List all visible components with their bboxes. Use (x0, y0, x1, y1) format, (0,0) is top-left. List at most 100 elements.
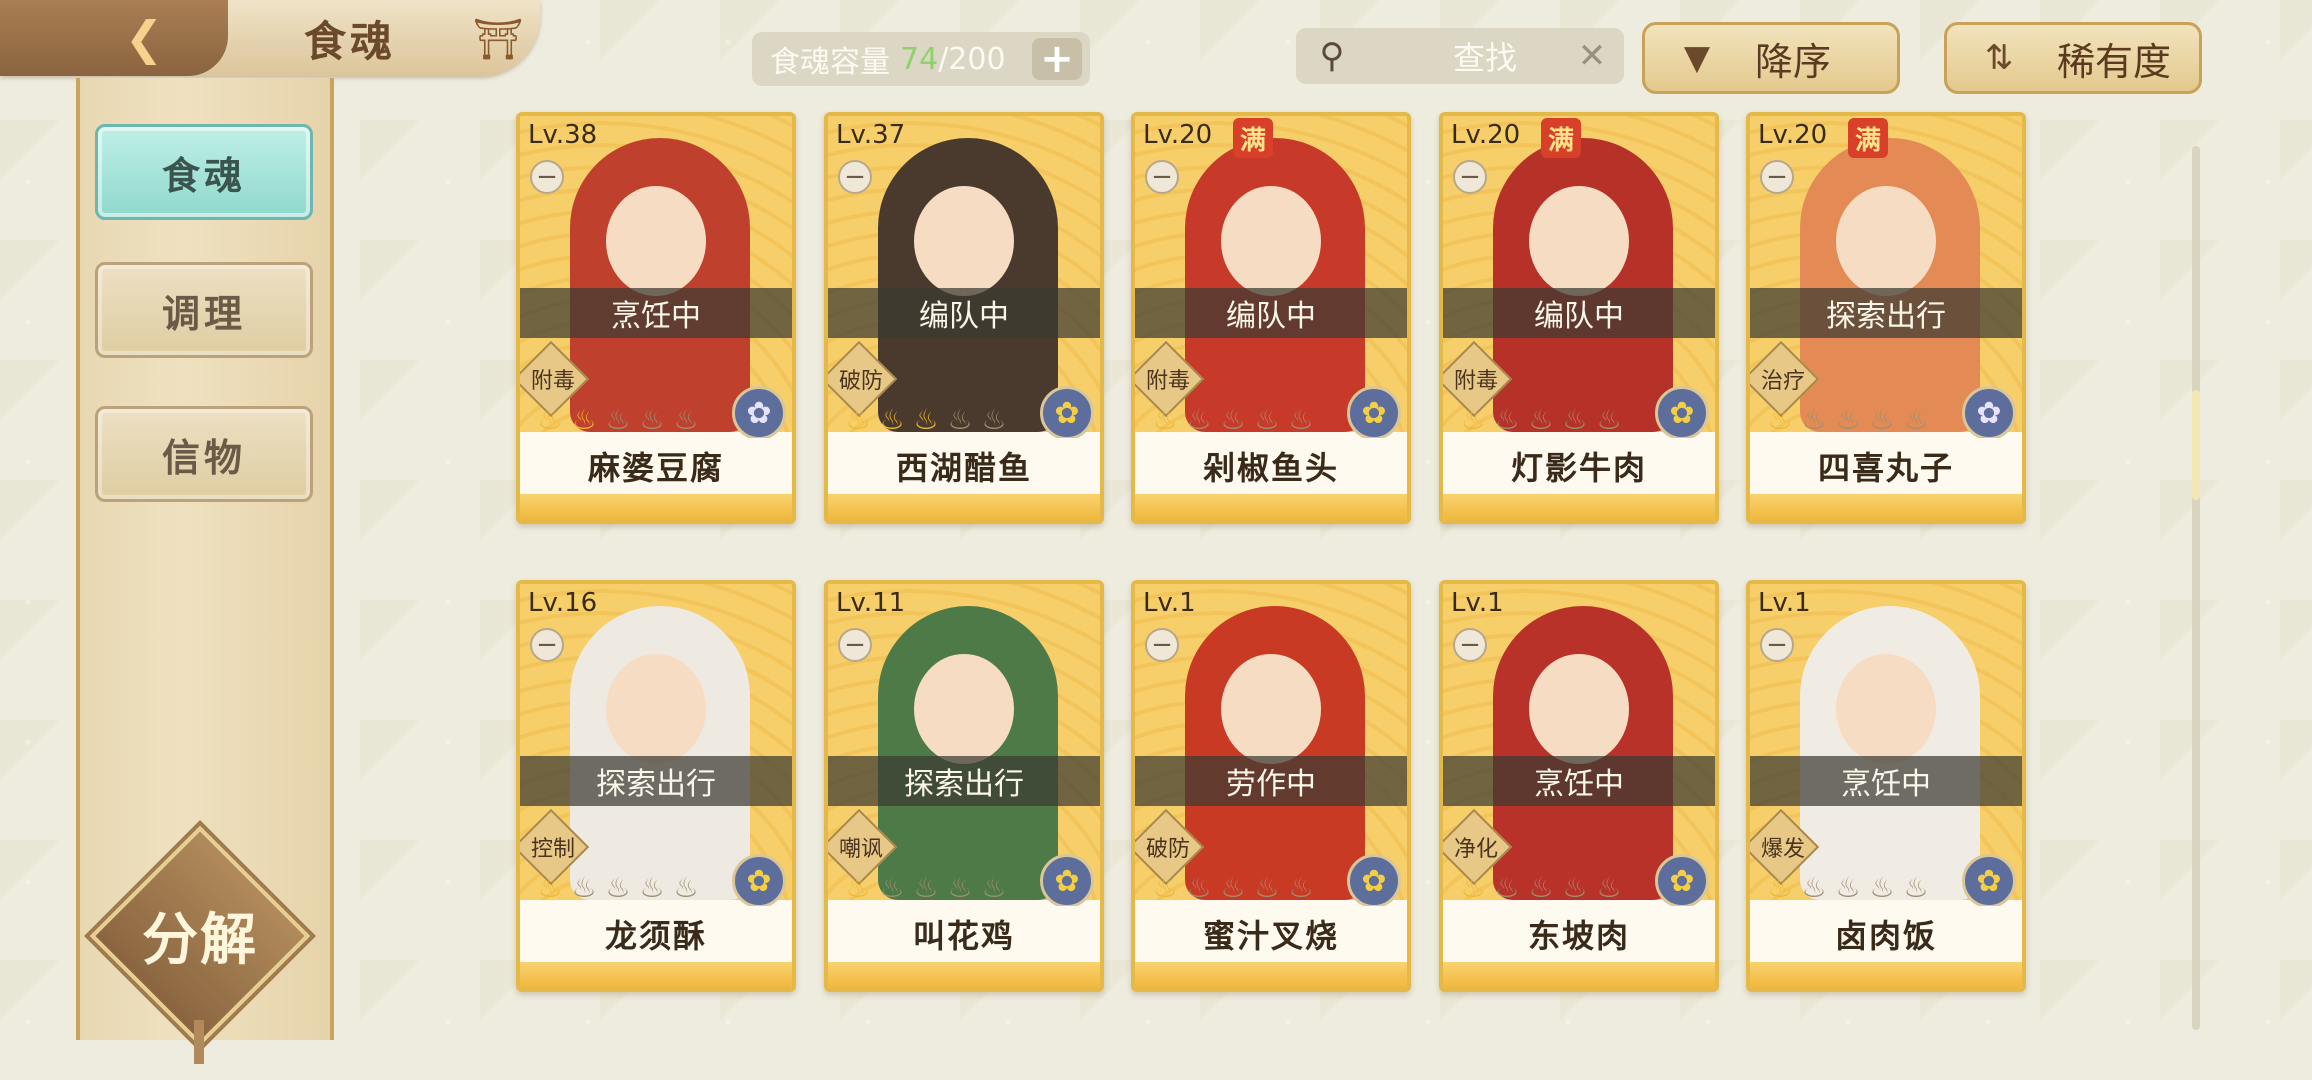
element-emblem-icon: ✿ (1655, 854, 1709, 908)
minus-icon[interactable]: − (1453, 160, 1487, 194)
character-face (1529, 186, 1629, 296)
flame-icon: ♨ (1186, 403, 1212, 436)
add-capacity-button[interactable]: + (1032, 36, 1082, 82)
card-bottom-stripe (1750, 962, 2022, 988)
sort-order-button[interactable]: ▼ 降序 (1642, 22, 1900, 94)
food-soul-card[interactable]: Lv.20 满 − 编队中 附毒 ♨ ♨ ♨ ♨ ♨ ✿ 灯影牛肉 (1439, 112, 1719, 524)
food-soul-name: 龙须酥 (520, 906, 792, 962)
minus-icon[interactable]: − (838, 628, 872, 662)
sidebar-item-food-souls[interactable]: 食魂 (95, 124, 313, 220)
element-emblem-icon: ✿ (1962, 854, 2016, 908)
minus-icon[interactable]: − (1453, 628, 1487, 662)
card-bottom-stripe (520, 962, 792, 988)
card-bottom-stripe (828, 494, 1100, 520)
sidebar-item-tokens[interactable]: 信物 (95, 406, 313, 502)
star-flames: ♨ ♨ ♨ ♨ ♨ (1459, 402, 1639, 438)
flame-icon: ♨ (1186, 871, 1212, 904)
flame-icon: ♨ (605, 871, 631, 904)
decompose-label[interactable]: 分解 (112, 890, 288, 980)
flame-icon: ♨ (1254, 871, 1280, 904)
flame-icon: ♨ (879, 871, 905, 904)
minus-icon[interactable]: − (530, 160, 564, 194)
card-bottom-stripe (1135, 494, 1407, 520)
sort-by-label: 稀有度 (2057, 39, 2172, 84)
star-flames: ♨ ♨ ♨ ♨ ♨ (1766, 402, 1946, 438)
flame-icon: ♨ (639, 403, 665, 436)
minus-icon[interactable]: − (1145, 160, 1179, 194)
flame-icon: ♨ (1801, 403, 1827, 436)
flame-icon: ♨ (879, 403, 905, 436)
sidebar-item-seasoning[interactable]: 调理 (95, 262, 313, 358)
status-banner: 探索出行 (828, 756, 1100, 806)
pavilion-icon[interactable]: ⛩ (468, 14, 528, 64)
flame-icon: ♨ (947, 871, 973, 904)
character-face (1836, 654, 1936, 764)
character-face (606, 186, 706, 296)
clear-search-icon[interactable]: ✕ (1572, 34, 1612, 78)
minus-icon[interactable]: − (1145, 628, 1179, 662)
flame-icon: ♨ (1528, 403, 1554, 436)
flame-icon: ♨ (1152, 871, 1178, 904)
status-banner: 编队中 (828, 288, 1100, 338)
food-soul-card[interactable]: Lv.20 满 − 探索出行 治疗 ♨ ♨ ♨ ♨ ♨ ✿ 四喜丸子 (1746, 112, 2026, 524)
triangle-down-icon: ▼ (1683, 38, 1711, 78)
search-input[interactable]: ⚲ 查找 ✕ (1296, 28, 1624, 84)
food-soul-card[interactable]: Lv.11− 探索出行 嘲讽 ♨ ♨ ♨ ♨ ♨ ✿ 叫花鸡 (824, 580, 1104, 992)
food-soul-name: 麻婆豆腐 (520, 438, 792, 494)
flame-icon: ♨ (1596, 403, 1622, 436)
flame-icon: ♨ (1835, 871, 1861, 904)
minus-icon[interactable]: − (838, 160, 872, 194)
search-placeholder: 查找 (1452, 39, 1517, 77)
card-bottom-stripe (1443, 962, 1715, 988)
flame-icon: ♨ (1869, 403, 1895, 436)
character-face (1221, 654, 1321, 764)
food-soul-name: 四喜丸子 (1750, 438, 2022, 494)
scrollbar-track[interactable] (2192, 146, 2200, 1030)
capacity-total: /200 (938, 41, 1006, 77)
food-soul-name: 剁椒鱼头 (1135, 438, 1407, 494)
element-emblem-icon: ✿ (1040, 854, 1094, 908)
skill-tag-label: 治疗 (1760, 369, 1805, 394)
minus-icon[interactable]: − (530, 628, 564, 662)
status-banner: 烹饪中 (1750, 756, 2022, 806)
status-banner: 编队中 (1135, 288, 1407, 338)
food-soul-card[interactable]: Lv.1− 劳作中 破防 ♨ ♨ ♨ ♨ ♨ ✿ 蜜汁叉烧 (1131, 580, 1411, 992)
star-flames: ♨ ♨ ♨ ♨ ♨ (844, 402, 1024, 438)
scrollbar-thumb[interactable] (2192, 390, 2200, 500)
food-soul-card[interactable]: Lv.16− 探索出行 控制 ♨ ♨ ♨ ♨ ♨ ✿ 龙须酥 (516, 580, 796, 992)
food-soul-card[interactable]: Lv.38− 烹饪中 附毒 ♨ ♨ ♨ ♨ ♨ ✿ 麻婆豆腐 (516, 112, 796, 524)
food-soul-card[interactable]: Lv.37− 编队中 破防 ♨ ♨ ♨ ♨ ♨ ✿ 西湖醋鱼 (824, 112, 1104, 524)
skill-tag-label: 附毒 (1453, 369, 1498, 394)
flame-icon: ♨ (537, 871, 563, 904)
character-face (1221, 186, 1321, 296)
food-soul-name: 灯影牛肉 (1443, 438, 1715, 494)
sort-by-button[interactable]: ⇅ 稀有度 (1944, 22, 2202, 94)
star-flames: ♨ ♨ ♨ ♨ ♨ (1151, 870, 1331, 906)
flame-icon: ♨ (1220, 871, 1246, 904)
flame-icon: ♨ (1494, 403, 1520, 436)
flame-icon: ♨ (981, 871, 1007, 904)
minus-icon[interactable]: − (1760, 160, 1794, 194)
character-face (1836, 186, 1936, 296)
skill-tag-label: 控制 (530, 837, 575, 862)
flame-icon: ♨ (1767, 871, 1793, 904)
flame-icon: ♨ (1835, 403, 1861, 436)
flame-icon: ♨ (1254, 403, 1280, 436)
food-soul-card[interactable]: Lv.20 满 − 编队中 附毒 ♨ ♨ ♨ ♨ ♨ ✿ 剁椒鱼头 (1131, 112, 1411, 524)
element-emblem-icon: ✿ (1655, 386, 1709, 440)
level-label: Lv.16 (528, 588, 598, 618)
food-soul-name: 叫花鸡 (828, 906, 1100, 962)
minus-icon[interactable]: − (1760, 628, 1794, 662)
flame-icon: ♨ (913, 871, 939, 904)
back-button[interactable]: ❮ (0, 0, 228, 76)
food-soul-card[interactable]: Lv.1− 烹饪中 爆发 ♨ ♨ ♨ ♨ ♨ ✿ 卤肉饭 (1746, 580, 2026, 992)
capacity-display: 食魂容量 74 /200 + (752, 32, 1090, 86)
character-face (606, 654, 706, 764)
flame-icon: ♨ (571, 403, 597, 436)
star-flames: ♨ ♨ ♨ ♨ ♨ (844, 870, 1024, 906)
flame-icon: ♨ (1903, 871, 1929, 904)
food-soul-card[interactable]: Lv.1− 烹饪中 净化 ♨ ♨ ♨ ♨ ♨ ✿ 东坡肉 (1439, 580, 1719, 992)
level-label: Lv.38 (528, 120, 598, 150)
star-flames: ♨ ♨ ♨ ♨ ♨ (536, 870, 716, 906)
flame-icon: ♨ (1220, 403, 1246, 436)
